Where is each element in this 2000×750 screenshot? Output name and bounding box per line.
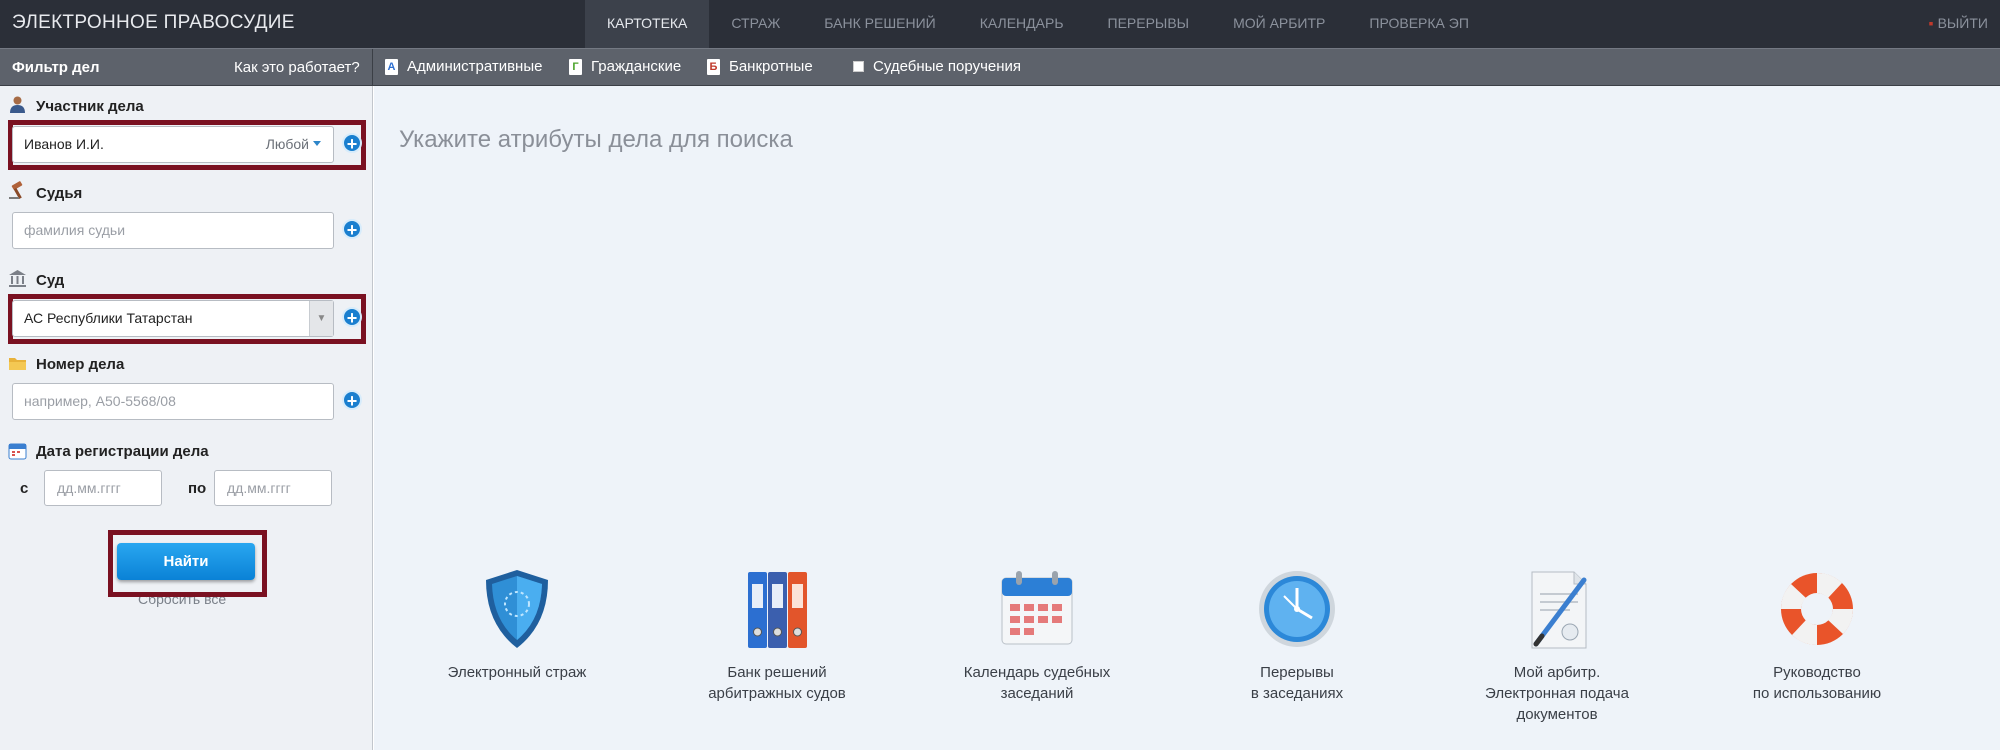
date-from-label: с [20,480,29,497]
tile-caption-line: Календарь судебных [963,664,1111,681]
court-orders-checkbox[interactable]: Судебные поручения [853,58,1021,75]
main-content: Укажите атрибуты дела для поиска Электро… [374,86,2000,750]
logout-icon: ▪ [1928,15,1934,31]
nav-item-kartoteka[interactable]: КАРТОТЕКА [585,0,710,48]
participant-value: Иванов И.И. [24,136,104,152]
tile-caption: Электронный страж [407,662,627,683]
lifebuoy-icon [1780,572,1854,646]
how-it-works-link[interactable]: Как это работает? [234,59,360,76]
filter-title: Фильтр дел [12,59,100,76]
tile-my-arbiter[interactable]: Мой арбитр. Электронная подача документо… [1447,566,1667,725]
calendar-small-icon [8,443,27,460]
civil-icon: Г [569,58,582,75]
role-value: Любой [265,136,309,152]
judge-label: Судья [36,185,83,202]
brand-title[interactable]: ЭЛЕКТРОННОЕ ПРАВОСУДИЕ [12,12,295,34]
tile-user-guide[interactable]: Руководство по использованию [1707,566,1927,704]
tile-caption-line: заседаний [1000,685,1074,702]
document-pen-icon [1531,571,1587,649]
logout-link[interactable]: ▪ ВЫЙТИ [1929,15,1988,31]
logout-label: ВЫЙТИ [1937,15,1988,31]
nav-item-bank-resheniy[interactable]: БАНК РЕШЕНИЙ [802,0,957,48]
court-value: АС Республики Татарстан [24,310,193,326]
reg-date-label: Дата регистрации дела [36,443,209,460]
court-label: Суд [36,272,65,289]
nav-item-calendar[interactable]: КАЛЕНДАРЬ [958,0,1086,48]
case-type-label: Гражданские [591,58,682,75]
tile-caption-line: в заседаниях [1250,685,1344,702]
tile-caption: Календарь судебных заседаний [927,662,1147,704]
filter-bar: Фильтр дел Как это работает? А Администр… [0,48,2000,86]
tile-caption: Перерывы в заседаниях [1187,662,1407,704]
checkbox-label: Судебные поручения [873,58,1022,75]
administrative-icon: А [385,58,398,75]
tile-court-calendar[interactable]: Календарь судебных заседаний [927,566,1147,704]
shield-icon [486,570,548,648]
calendar-icon [1001,571,1073,645]
find-button[interactable]: Найти [117,543,255,580]
binders-icon [748,572,807,648]
participant-input[interactable]: Иванов И.И. Любой [12,126,334,163]
tile-caption-line: Банк решений [727,664,827,681]
tile-caption-line: Электронная подача [1485,685,1629,702]
tile-caption: Банк решений арбитражных судов [667,662,887,704]
tile-caption: Руководство по использованию [1707,662,1927,704]
case-type-administrative[interactable]: А Административные [385,58,542,75]
courthouse-icon [9,270,26,287]
gavel-icon [9,181,23,199]
case-number-input[interactable]: например, А50-5568/08 [12,383,334,420]
tile-caption-line: Руководство [1773,664,1861,681]
nav-item-proverka-ep[interactable]: ПРОВЕРКА ЭП [1347,0,1491,48]
participant-label: Участник дела [36,98,144,115]
chevron-down-icon [313,141,321,146]
add-judge-button[interactable]: + [342,219,362,240]
nav-item-strazh[interactable]: СТРАЖ [709,0,802,48]
case-type-label: Административные [407,58,543,75]
judge-input[interactable]: фамилия судьи [12,212,334,249]
divider [372,49,373,86]
case-type-bankruptcy[interactable]: Б Банкротные [707,58,813,75]
date-to-input[interactable]: дд.мм.гггг [214,470,332,506]
tile-caption-line: документов [1516,706,1598,723]
main-nav: КАРТОТЕКА СТРАЖ БАНК РЕШЕНИЙ КАЛЕНДАРЬ П… [585,0,1491,48]
tile-caption-line: Электронный страж [447,664,587,681]
tile-breaks[interactable]: Перерывы в заседаниях [1187,566,1407,704]
tile-electronic-guard[interactable]: Электронный страж [407,566,627,683]
add-court-button[interactable]: + [342,307,362,328]
filter-sidebar: Участник дела Иванов И.И. Любой + Судья … [0,86,373,750]
dropdown-arrow-icon[interactable]: ▼ [309,301,333,336]
checkbox-icon[interactable] [853,61,864,72]
tile-caption-line: Перерывы [1260,664,1334,681]
clock-icon [1259,571,1335,647]
participant-role-dropdown[interactable]: Любой [266,127,321,162]
tile-decisions-bank[interactable]: Банк решений арбитражных судов [667,566,887,704]
date-from-input[interactable]: дд.мм.гггг [44,470,162,506]
add-participant-button[interactable]: + [342,133,362,154]
search-prompt: Укажите атрибуты дела для поиска [399,126,793,153]
tile-caption: Мой арбитр. Электронная подача документо… [1447,662,1667,725]
tile-caption-line: арбитражных судов [708,685,846,702]
bankruptcy-icon: Б [707,58,720,75]
case-number-label: Номер дела [36,356,125,373]
case-type-civil[interactable]: Г Гражданские [569,58,681,75]
tile-caption-line: Мой арбитр. [1513,664,1601,681]
add-case-number-button[interactable]: + [342,390,362,411]
tile-caption-line: по использованию [1752,685,1882,702]
person-icon [10,96,25,113]
date-to-label: по [188,480,207,497]
case-type-label: Банкротные [729,58,813,75]
nav-item-moy-arbitr[interactable]: МОЙ АРБИТР [1211,0,1347,48]
folder-icon [9,358,26,370]
nav-item-pereryvy[interactable]: ПЕРЕРЫВЫ [1086,0,1212,48]
top-bar: ЭЛЕКТРОННОЕ ПРАВОСУДИЕ КАРТОТЕКА СТРАЖ Б… [0,0,2000,48]
court-select[interactable]: АС Республики Татарстан ▼ [12,300,334,337]
